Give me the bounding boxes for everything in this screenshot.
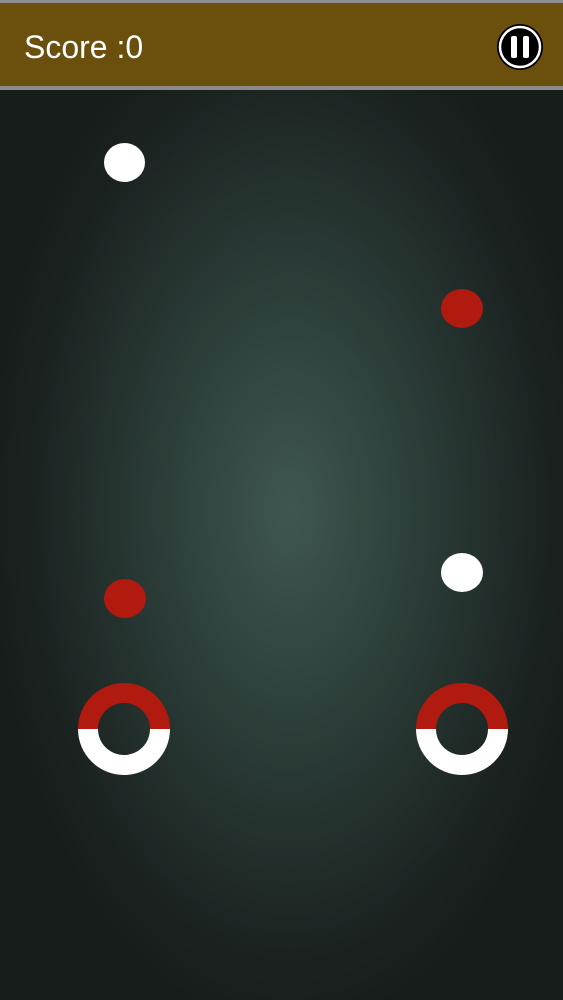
score-display: Score :0 [24,27,143,67]
score-bar: Score :0 [0,3,563,86]
right-catcher-ring[interactable] [414,681,510,777]
pause-button[interactable] [496,23,544,71]
falling-ball-red [441,289,483,328]
pause-icon [497,24,543,70]
falling-ball-white [104,143,145,182]
score-value: 0 [125,29,144,65]
game-screen: Score :0 [0,0,563,1000]
left-catcher-ring[interactable] [76,681,172,777]
playfield[interactable] [0,90,563,1000]
falling-ball-white [441,553,483,592]
score-label: Score : [24,29,126,65]
catcher-ring-icon [416,683,508,775]
catcher-ring-icon [78,683,170,775]
falling-ball-red [104,579,146,618]
